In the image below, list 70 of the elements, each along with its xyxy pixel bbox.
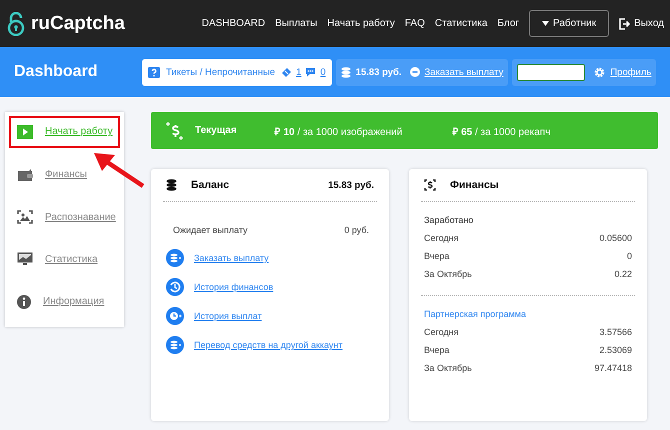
balance-amount: 15.83 руб.: [328, 180, 374, 190]
nav-link[interactable]: DASHBOARD: [202, 18, 266, 29]
card-title: Финансы: [450, 179, 500, 191]
nav-link[interactable]: FAQ: [404, 18, 425, 29]
row-value: 0: [626, 251, 632, 261]
sidebar-item[interactable]: Финансы: [9, 154, 120, 196]
card-link[interactable]: История финансов: [194, 282, 274, 292]
nav-link[interactable]: Выплаты: [275, 18, 318, 29]
info-icon: [17, 294, 31, 309]
coins-icon: [166, 179, 177, 191]
nav-link[interactable]: Блог: [497, 18, 520, 29]
padlock-icon: [7, 12, 25, 36]
role-dropdown[interactable]: Работник: [529, 10, 610, 37]
clock-plus-icon: [166, 307, 184, 325]
row-label: Сегодня: [424, 233, 458, 243]
ticket-icon: [281, 66, 292, 78]
rate-title: Текущая: [195, 125, 237, 136]
chat-icon: [305, 67, 316, 77]
tickets-label: Тикеты / Непрочитанные: [166, 66, 276, 78]
history-icon: [166, 278, 184, 296]
sidebar-item[interactable]: Распознавание: [9, 196, 120, 238]
scan-frame-icon: [17, 210, 33, 224]
section-heading: Заработано: [424, 215, 474, 225]
nav-link[interactable]: Статистика: [434, 18, 488, 29]
row-value: 2.53069: [599, 345, 632, 355]
page-title: Dashboard: [14, 63, 99, 81]
rate-text: ₽ 65 / за 1000 рекапч: [452, 126, 550, 138]
row-value: 97.47418: [594, 363, 632, 373]
sidebar-item[interactable]: Начать работу: [9, 116, 120, 148]
row-value: 3.57566: [599, 327, 632, 337]
balance-amount: 15.83 руб.: [356, 66, 402, 78]
dollar-sparkle-icon: [165, 120, 185, 140]
messages-count-link[interactable]: 0: [320, 66, 326, 78]
caret-icon: [542, 21, 550, 26]
row-value: 0.22: [614, 269, 632, 279]
tickets-count-link[interactable]: 1: [296, 66, 302, 78]
coins-plus-icon: [166, 336, 184, 354]
sidebar-item[interactable]: Информация: [9, 280, 120, 323]
help-icon: [148, 66, 160, 78]
play-icon: [17, 124, 33, 139]
row-label: Сегодня: [424, 327, 458, 337]
settings-icon: [594, 66, 606, 78]
row-value: 0.05600: [599, 233, 632, 243]
wallet-icon: [17, 168, 33, 182]
pending-value: 0 руб.: [344, 225, 369, 235]
card-link[interactable]: Заказать выплату: [194, 253, 269, 263]
pending-label: Ожидает выплату: [173, 225, 248, 235]
row-label: Вчера: [424, 345, 450, 355]
rate-text: ₽ 10 / за 1000 изображений: [274, 126, 402, 138]
row-label: Вчера: [424, 251, 450, 261]
card-link[interactable]: Перевод средств на другой аккаунт: [194, 340, 343, 350]
search-field[interactable]: [517, 64, 586, 80]
coins-plus-icon: [166, 249, 184, 267]
annotation-arrow: [93, 152, 145, 188]
row-label: За Октябрь: [424, 269, 472, 279]
dollar-frame-icon: [424, 179, 436, 191]
card-title: Баланс: [191, 179, 230, 191]
sidebar-item[interactable]: Статистика: [9, 238, 120, 281]
section-link[interactable]: Партнерская программа: [424, 309, 632, 319]
logout-icon: [619, 18, 630, 30]
monitor-icon: [17, 252, 33, 266]
withdraw-link[interactable]: Заказать выплату: [424, 66, 504, 78]
coins-icon: [340, 66, 351, 78]
nav-link[interactable]: Начать работу: [327, 18, 395, 29]
profile-link[interactable]: Профиль: [610, 66, 652, 78]
card-link[interactable]: История выплат: [194, 311, 262, 321]
logout-link[interactable]: Выход: [619, 18, 664, 30]
logo-text: ruCaptcha: [31, 12, 125, 34]
minus-circle-icon: [410, 67, 420, 77]
row-label: За Октябрь: [424, 363, 472, 373]
